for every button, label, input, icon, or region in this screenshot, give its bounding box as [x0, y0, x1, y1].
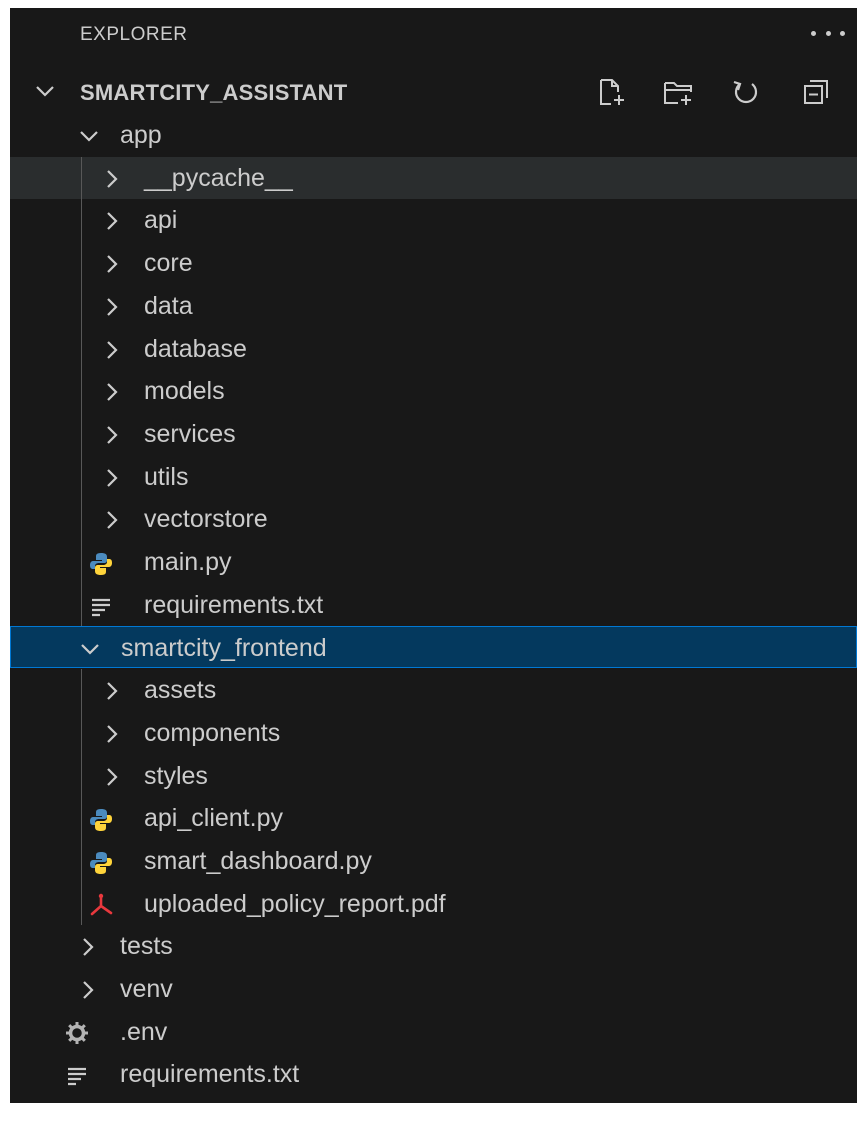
explorer-panel: EXPLORER SMARTCITY_ASSISTANT app __pycac…	[10, 8, 857, 1103]
chevron-right-icon	[107, 511, 118, 530]
tree-item-label: smart_dashboard.py	[144, 846, 372, 875]
tree-item-label: api_client.py	[144, 804, 283, 833]
tree-item-label: api	[144, 206, 178, 235]
chevron-right-icon	[107, 212, 118, 231]
chevron-right-icon	[107, 169, 118, 188]
chevron-down-icon	[36, 86, 54, 97]
python-icon	[90, 809, 112, 832]
text-file-icon	[92, 598, 110, 616]
chevron-right-icon	[107, 682, 118, 700]
explorer-header: EXPLORER	[10, 8, 857, 60]
tree-item-services[interactable]: services	[10, 413, 857, 455]
tree-item-label: .env	[120, 1017, 168, 1046]
more-actions-button[interactable]	[811, 22, 845, 44]
new-folder-icon	[664, 82, 692, 105]
indent-guide	[81, 669, 82, 926]
chevron-right-icon	[107, 340, 118, 359]
chevron-right-icon	[83, 938, 94, 957]
tree-item-api-client-py[interactable]: api_client.py	[10, 797, 857, 839]
tree-item-label: requirements.txt	[144, 590, 324, 619]
new-file-button[interactable]	[596, 76, 628, 108]
chevron-down-icon	[80, 131, 98, 142]
collapse-folders-button[interactable]	[800, 76, 832, 108]
indent-guide	[81, 156, 82, 627]
tree-item-label: venv	[120, 975, 173, 1003]
tree-item-assets[interactable]: assets	[10, 669, 857, 711]
tree-item-components[interactable]: components	[10, 712, 857, 754]
refresh-icon	[733, 80, 758, 104]
tree-item-requirements-txt[interactable]: requirements.txt	[10, 1053, 857, 1095]
tree-item-label: styles	[144, 761, 208, 790]
tree-item-smart-dashboard-py[interactable]: smart_dashboard.py	[10, 840, 857, 882]
tree-item-label: data	[144, 291, 193, 320]
chevron-right-icon	[107, 767, 118, 786]
tree-item-smartcity-frontend[interactable]: smartcity_frontend	[10, 626, 857, 669]
python-icon	[90, 553, 112, 575]
tree-item-label: utils	[144, 462, 189, 491]
tree-item-label: app	[120, 121, 162, 149]
chevron-right-icon	[83, 981, 94, 999]
tree-item-models[interactable]: models	[10, 370, 857, 412]
workspace-section-header[interactable]: SMARTCITY_ASSISTANT	[10, 70, 857, 112]
workspace-name: SMARTCITY_ASSISTANT	[80, 80, 348, 105]
tree-item-uploaded-policy-report-pdf[interactable]: uploaded_policy_report.pdf	[10, 883, 857, 925]
tree-item-label: main.py	[144, 548, 232, 576]
new-file-icon	[600, 79, 624, 105]
tree-item-label: core	[144, 249, 193, 278]
refresh-explorer-button[interactable]	[730, 76, 762, 108]
tree-item-data[interactable]: data	[10, 285, 857, 327]
tree-item-app[interactable]: app	[10, 114, 857, 156]
pdf-icon	[90, 893, 113, 915]
python-icon	[90, 851, 112, 874]
tree-item-label: requirements.txt	[120, 1060, 300, 1089]
chevron-right-icon	[107, 468, 118, 487]
tree-item-requirements-txt[interactable]: requirements.txt	[10, 584, 857, 626]
tree-item-styles[interactable]: styles	[10, 755, 857, 797]
tree-item-label: tests	[120, 932, 173, 961]
tree-item-label: database	[144, 334, 247, 363]
chevron-right-icon	[107, 255, 118, 273]
tree-item-pycache[interactable]: __pycache__	[10, 156, 857, 199]
chevron-right-icon	[107, 298, 118, 316]
tree-item-venv[interactable]: venv	[10, 968, 857, 1010]
tree-item-label: services	[144, 419, 236, 448]
tree-item-main-py[interactable]: main.py	[10, 541, 857, 583]
tree-item-utils[interactable]: utils	[10, 456, 857, 498]
tree-item-label: assets	[144, 676, 217, 705]
text-file-icon	[68, 1068, 86, 1086]
tree-item-tests[interactable]: tests	[10, 925, 857, 967]
tree-item-label: uploaded_policy_report.pdf	[144, 889, 446, 918]
new-folder-button[interactable]	[662, 76, 694, 108]
tree-item-api[interactable]: api	[10, 199, 857, 241]
explorer-title: EXPLORER	[80, 24, 188, 45]
tree-item-core[interactable]: core	[10, 242, 857, 284]
chevron-right-icon	[107, 725, 118, 743]
chevron-right-icon	[107, 383, 118, 401]
tree-item-label: smartcity_frontend	[121, 634, 327, 663]
tree-item-label: vectorstore	[144, 505, 268, 534]
chevron-down-icon	[81, 644, 99, 655]
ellipsis-icon	[811, 30, 816, 36]
gear-icon	[66, 1021, 88, 1044]
chevron-right-icon	[107, 426, 118, 444]
tree-item-env[interactable]: .env	[10, 1011, 857, 1053]
tree-item-database[interactable]: database	[10, 328, 857, 370]
tree-item-label: components	[144, 718, 281, 747]
tree-item-label: __pycache__	[144, 163, 293, 192]
collapse-all-icon	[804, 80, 828, 104]
tree-item-vectorstore[interactable]: vectorstore	[10, 498, 857, 540]
tree-item-label: models	[144, 377, 225, 406]
